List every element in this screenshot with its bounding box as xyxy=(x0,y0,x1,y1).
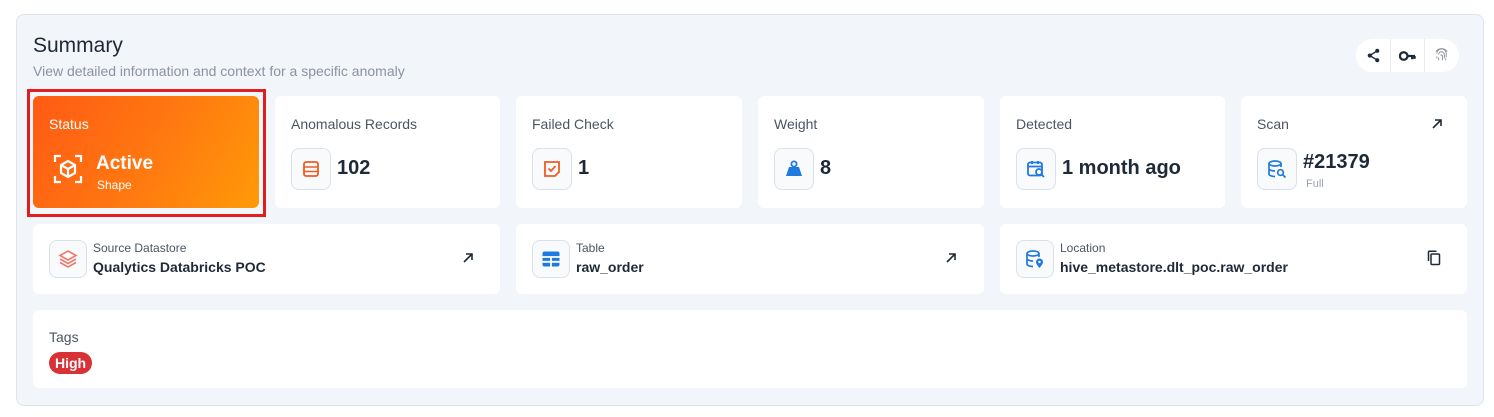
source-datastore-card: Source Datastore Qualytics Databricks PO… xyxy=(33,224,500,294)
scan-label: Scan xyxy=(1257,116,1289,132)
arrow-up-right-icon xyxy=(463,253,473,263)
scan-card: Scan #21379 Full xyxy=(1241,96,1467,208)
anomalous-records-label: Anomalous Records xyxy=(291,116,418,132)
weight-icon-box xyxy=(774,148,814,190)
source-datastore-open-link[interactable] xyxy=(458,248,478,268)
tags-card: Tags High xyxy=(33,310,1467,388)
table-icon-box xyxy=(532,240,570,278)
calendar-search-icon xyxy=(1027,161,1045,178)
location-label: Location xyxy=(1060,241,1106,255)
fingerprint-button[interactable] xyxy=(1424,39,1458,72)
key-button[interactable] xyxy=(1390,39,1424,72)
arrow-up-right-icon xyxy=(1432,119,1442,129)
scan-value: #21379 xyxy=(1303,151,1370,173)
weight-label: Weight xyxy=(774,116,818,132)
detected-card: Detected 1 month ago xyxy=(1000,96,1225,208)
failed-check-card: Failed Check 1 xyxy=(516,96,742,208)
table-open-link[interactable] xyxy=(941,248,961,268)
database-search-icon xyxy=(1268,160,1287,179)
weight-card: Weight 8 xyxy=(758,96,984,208)
records-list-icon xyxy=(303,161,319,177)
records-list-icon-box xyxy=(291,148,331,190)
source-datastore-value: Qualytics Databricks POC xyxy=(93,259,266,275)
databricks-icon xyxy=(58,250,78,268)
share-button[interactable] xyxy=(1356,39,1390,72)
table-value: raw_order xyxy=(576,259,644,275)
location-value: hive_metastore.dlt_poc.raw_order xyxy=(1060,259,1288,275)
arrow-up-right-icon xyxy=(946,253,956,263)
table-card: Table raw_order xyxy=(516,224,984,294)
location-database-icon xyxy=(1026,250,1043,268)
page-title: Summary xyxy=(33,34,123,57)
scan-open-link[interactable] xyxy=(1427,114,1447,134)
copy-icon xyxy=(1427,250,1441,266)
status-highlight-frame xyxy=(27,89,266,217)
check-icon-box xyxy=(532,148,572,190)
anomalous-records-value: 102 xyxy=(337,157,371,179)
header-actions xyxy=(1356,39,1459,72)
source-datastore-label: Source Datastore xyxy=(93,241,187,255)
weight-icon xyxy=(786,160,802,176)
databricks-icon-box xyxy=(49,240,87,278)
calendar-icon-box xyxy=(1016,148,1056,190)
share-icon xyxy=(1367,48,1379,63)
location-card: Location hive_metastore.dlt_poc.raw_orde… xyxy=(1000,224,1467,294)
location-icon-box xyxy=(1016,240,1054,278)
scan-sub: Full xyxy=(1306,178,1324,190)
tags-label: Tags xyxy=(49,329,79,345)
detected-value: 1 month ago xyxy=(1062,157,1181,179)
table-label: Table xyxy=(576,241,605,255)
fingerprint-icon xyxy=(1435,48,1448,61)
failed-check-value: 1 xyxy=(578,157,590,179)
copy-location-button[interactable] xyxy=(1424,248,1444,268)
check-icon xyxy=(544,161,560,177)
anomalous-records-card: Anomalous Records 102 xyxy=(275,96,500,208)
key-icon xyxy=(1399,50,1416,61)
page-subtitle: View detailed information and context fo… xyxy=(33,63,405,79)
tag-badge-high[interactable]: High xyxy=(49,352,93,374)
scan-icon-box xyxy=(1257,148,1297,190)
weight-value: 8 xyxy=(820,157,832,179)
table-icon xyxy=(542,251,560,267)
detected-label: Detected xyxy=(1016,116,1073,132)
failed-check-label: Failed Check xyxy=(532,116,614,132)
